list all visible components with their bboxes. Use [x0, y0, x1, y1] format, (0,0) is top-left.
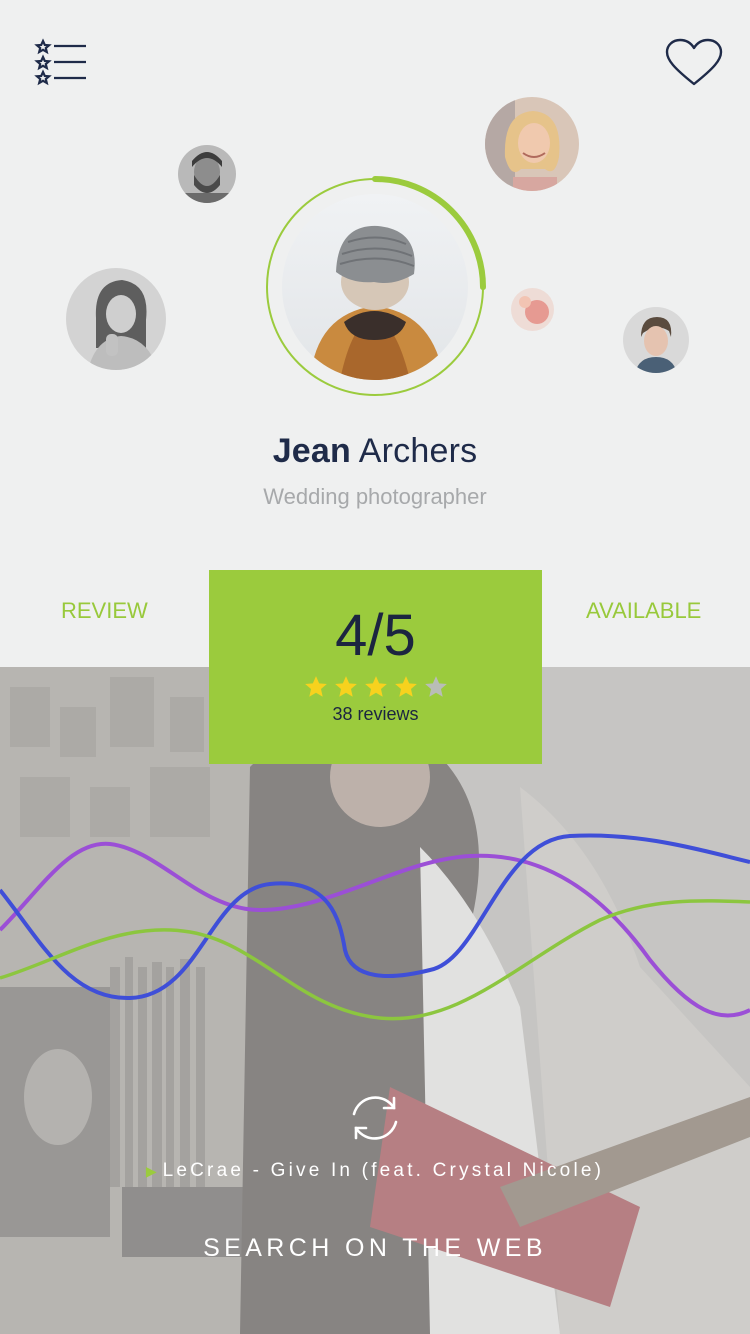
menu-button[interactable]	[34, 38, 90, 86]
last-name: Archers	[358, 432, 478, 470]
audio-waveform	[0, 833, 750, 1021]
now-playing[interactable]: ▶ LeCrae - Give In (feat. Crystal Nicole)	[0, 1160, 750, 1182]
star-filled-icon	[334, 676, 357, 697]
star-list-icon	[34, 38, 86, 86]
wave-line-green	[0, 899, 750, 1021]
star-empty-icon	[424, 676, 447, 697]
star-filled-icon	[364, 676, 387, 697]
refresh-icon	[352, 1096, 398, 1140]
tab-review[interactable]: REVIEW	[61, 598, 148, 624]
search-web-button[interactable]: SEARCH ON THE WEB	[0, 1234, 750, 1263]
avatar-small-flower[interactable]	[511, 288, 554, 331]
rating-card: 4/5 38 reviews	[209, 570, 542, 764]
reviews-count: 38 reviews	[332, 704, 419, 724]
refresh-button[interactable]	[345, 1088, 405, 1148]
rating-value: 4/5	[335, 603, 416, 668]
star-filled-icon	[304, 676, 327, 697]
tab-available[interactable]: AVAILABLE	[586, 598, 701, 624]
profile-name: Jean Archers	[0, 432, 750, 471]
avatar-bearded-man[interactable]	[178, 145, 236, 203]
avatar-woman-portrait[interactable]	[66, 268, 166, 370]
first-name: Jean	[272, 432, 351, 470]
heart-outline-icon	[665, 38, 723, 86]
main-avatar[interactable]	[282, 194, 468, 380]
play-triangle-icon[interactable]: ▶	[146, 1163, 157, 1179]
favorite-button[interactable]	[664, 38, 724, 88]
rating-stars	[209, 674, 542, 700]
profile-avatar-ring	[262, 174, 488, 400]
avatar-young-man[interactable]	[623, 307, 689, 373]
profile-role: Wedding photographer	[263, 484, 487, 509]
avatar-blonde-woman[interactable]	[485, 97, 579, 191]
star-filled-icon	[394, 676, 417, 697]
wave-line-blue	[0, 833, 750, 1001]
wave-line-purple	[0, 841, 750, 1018]
song-title: LeCrae - Give In (feat. Crystal Nicole)	[162, 1160, 605, 1181]
